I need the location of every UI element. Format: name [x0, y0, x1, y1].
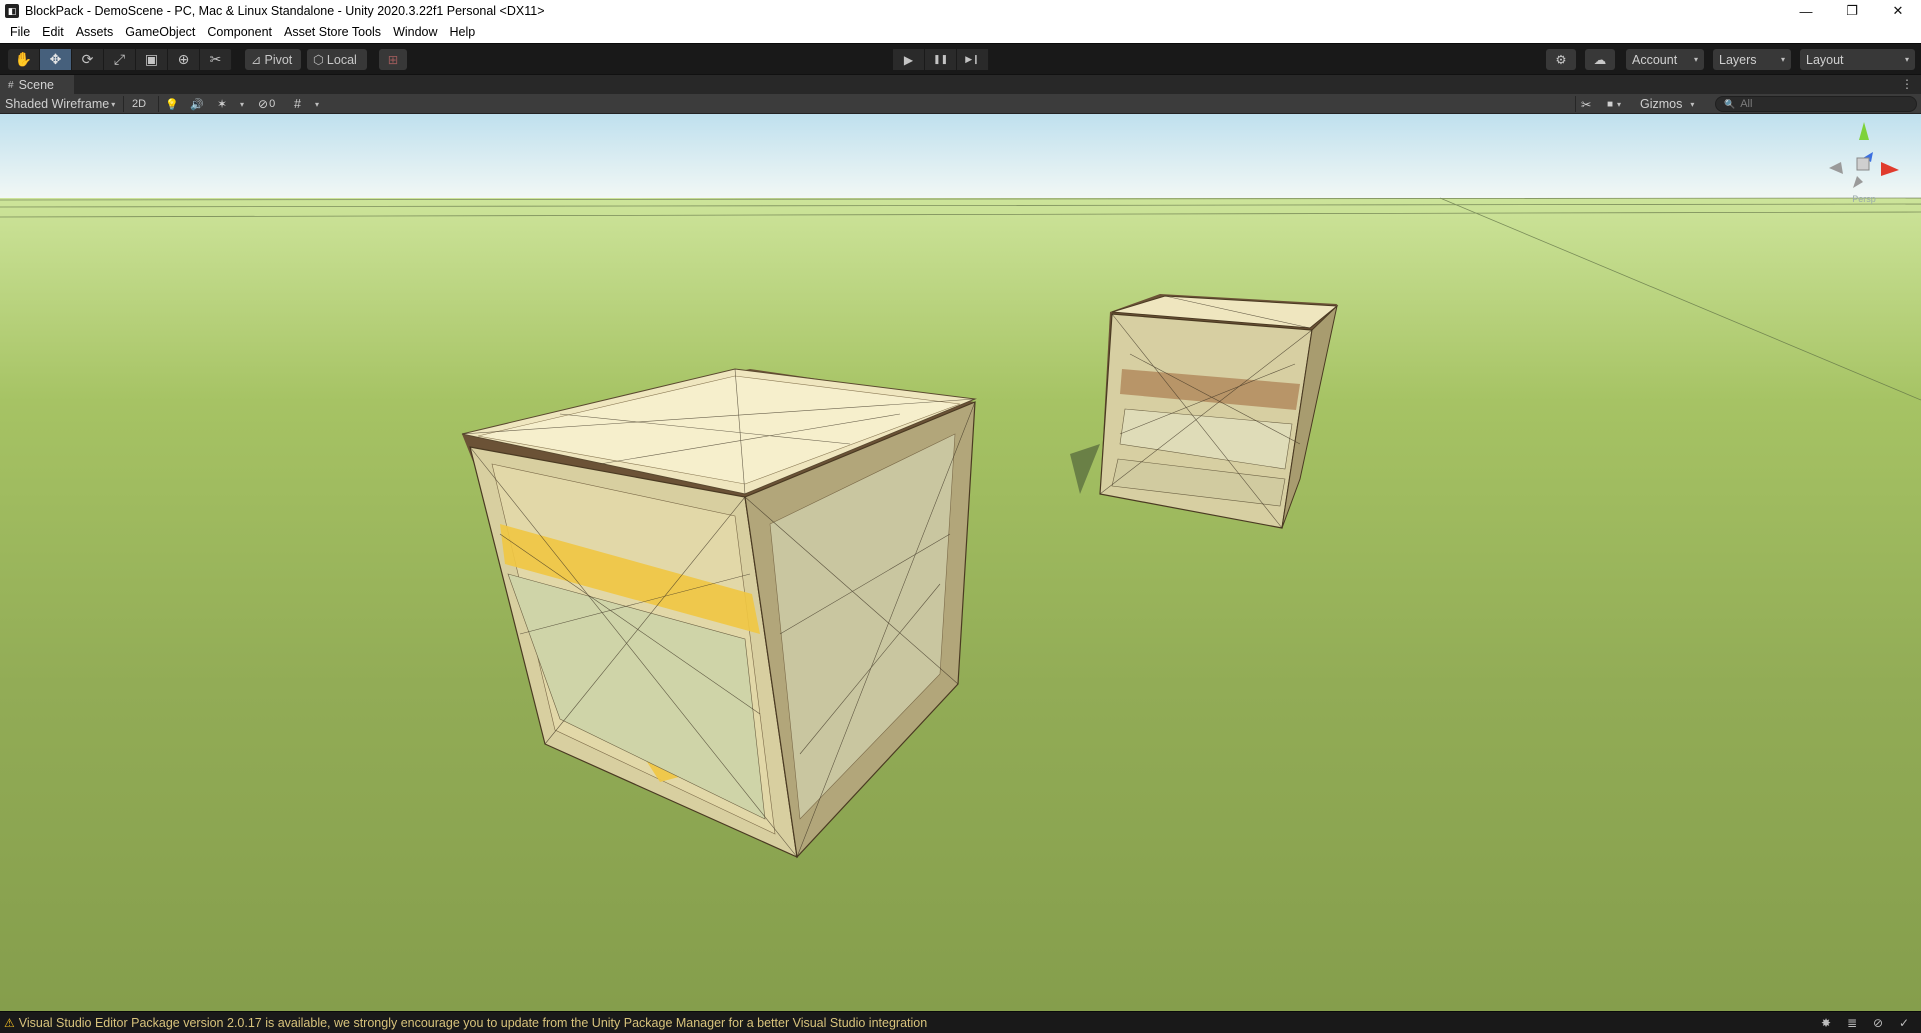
divider [158, 96, 159, 112]
effects-dropdown[interactable]: ▾ [240, 94, 244, 114]
local-icon: ⬡ [313, 53, 324, 67]
lighting-toggle-icon[interactable]: 💡 [165, 94, 179, 114]
scene-tools-icon[interactable]: ✂ [1581, 94, 1591, 114]
layers-dropdown[interactable]: Layers ▾ [1713, 49, 1791, 70]
window-title: BlockPack - DemoScene - PC, Mac & Linux … [25, 4, 545, 18]
neg-x-cone[interactable] [1829, 162, 1843, 174]
gizmo-label: Persp [1852, 194, 1876, 204]
account-dropdown[interactable]: Account ▾ [1626, 49, 1704, 70]
title-bar: ◧ BlockPack - DemoScene - PC, Mac & Linu… [0, 0, 1921, 22]
layers-label: Layers [1719, 52, 1757, 67]
scene-toolbar: Shaded Wireframe ▾ 2D 💡 🔊 ✶ ▾ ⊘ 0 # ▾ ✂ … [0, 94, 1921, 114]
status-message[interactable]: Visual Studio Editor Package version 2.0… [19, 1016, 927, 1030]
collab-icon[interactable]: ⚙ [1546, 49, 1576, 70]
menu-file[interactable]: File [4, 22, 36, 43]
account-label: Account [1632, 52, 1678, 67]
scene-tab-bar: # Scene ⋮ [0, 74, 1921, 95]
chevron-down-icon: ▾ [240, 99, 245, 109]
chevron-down-icon: ▾ [1780, 55, 1785, 64]
layout-label: Layout [1806, 52, 1844, 67]
shading-mode-dropdown[interactable]: Shaded Wireframe ▾ [5, 94, 115, 114]
chevron-down-icon: ▾ [1690, 99, 1695, 109]
y-axis-cone[interactable] [1859, 122, 1869, 140]
audio-toggle-icon[interactable]: 🔊 [190, 94, 204, 114]
menu-edit[interactable]: Edit [36, 22, 70, 43]
scale-tool-icon[interactable]: ⤢ [104, 49, 136, 70]
camera-settings-icon[interactable]: ■ ▾ [1607, 94, 1621, 114]
chevron-down-icon: ▾ [111, 99, 116, 109]
hidden-objects-toggle[interactable]: ⊘ 0 [258, 94, 275, 114]
hand-tool-icon[interactable]: ✋ [8, 49, 40, 70]
menu-component[interactable]: Component [201, 22, 278, 43]
close-button[interactable]: ✕ [1875, 0, 1921, 22]
scene-render [0, 114, 1921, 1011]
play-controls: ▶ ❚❚ ▶❙ [893, 49, 989, 70]
2d-toggle-button[interactable]: 2D [132, 94, 146, 114]
menu-assets[interactable]: Assets [70, 22, 120, 43]
pivot-toggle-button[interactable]: ⊿ Pivot [245, 49, 301, 70]
hidden-objects-icon: ⊘ [258, 97, 269, 111]
hidden-count: 0 [269, 98, 276, 110]
chevron-down-icon: ▾ [1617, 99, 1622, 109]
local-toggle-button[interactable]: ⬡ Local [307, 49, 367, 70]
scene-icon: # [8, 79, 14, 91]
rect-tool-icon[interactable]: ▣ [136, 49, 168, 70]
shading-mode-label: Shaded Wireframe [5, 97, 110, 111]
restore-button[interactable]: ❐ [1829, 0, 1875, 22]
effects-toggle-icon[interactable]: ✶ [217, 94, 227, 114]
transform-tool-icon[interactable]: ⊕ [168, 49, 200, 70]
custom-tool-icon[interactable]: ✂ [200, 49, 232, 70]
tab-scene[interactable]: # Scene [0, 75, 74, 95]
divider [123, 96, 124, 112]
status-bar: ⚠ Visual Studio Editor Package version 2… [0, 1011, 1921, 1033]
tab-menu-icon[interactable]: ⋮ [1901, 77, 1913, 91]
grid-toggle-icon[interactable]: # [294, 94, 301, 114]
progress-icon[interactable]: ≣ [1839, 1016, 1865, 1030]
divider [1575, 96, 1576, 112]
menu-bar: File Edit Assets GameObject Component As… [0, 22, 1921, 43]
move-tool-icon[interactable]: ✥ [40, 49, 72, 70]
rotate-tool-icon[interactable]: ⟳ [72, 49, 104, 70]
camera-icon: ■ [1607, 98, 1614, 110]
menu-window[interactable]: Window [387, 22, 443, 43]
chevron-down-icon: ▾ [1904, 55, 1909, 64]
menu-gameobject[interactable]: GameObject [119, 22, 201, 43]
orientation-gizmo[interactable]: Persp [1825, 118, 1903, 204]
cloud-icon[interactable]: ☁ [1585, 49, 1615, 70]
sky [0, 114, 1921, 200]
main-toolbar: ✋ ✥ ⟳ ⤢ ▣ ⊕ ✂ ⊿ Pivot ⬡ Local ⊞ ▶ ❚❚ ▶❙ … [0, 43, 1921, 74]
scene-search-input[interactable]: 🔍 All [1715, 96, 1917, 112]
bug-icon[interactable]: ✸ [1813, 1016, 1839, 1030]
search-placeholder: All [1740, 98, 1753, 110]
chevron-down-icon: ▾ [315, 99, 320, 109]
gizmos-label: Gizmos [1640, 97, 1683, 111]
auto-generate-off-icon[interactable]: ⊘ [1865, 1016, 1891, 1030]
check-icon[interactable]: ✓ [1891, 1016, 1917, 1030]
menu-asset-store-tools[interactable]: Asset Store Tools [278, 22, 387, 43]
window-controls: — ❐ ✕ [1783, 0, 1921, 22]
grid-dropdown[interactable]: ▾ [315, 94, 319, 114]
pause-icon[interactable]: ❚❚ [925, 49, 957, 70]
search-icon: 🔍 [1724, 98, 1736, 109]
step-icon[interactable]: ▶❙ [957, 49, 989, 70]
gizmo-center[interactable] [1856, 157, 1870, 171]
transform-tools: ✋ ✥ ⟳ ⤢ ▣ ⊕ ✂ [8, 49, 232, 70]
layout-dropdown[interactable]: Layout ▾ [1800, 49, 1915, 70]
pivot-label: Pivot [264, 52, 293, 67]
snap-grid-icon[interactable]: ⊞ [379, 49, 407, 70]
local-label: Local [326, 52, 357, 67]
unity-app-icon: ◧ [5, 4, 19, 18]
status-icons: ✸ ≣ ⊘ ✓ [1813, 1012, 1917, 1033]
play-icon[interactable]: ▶ [893, 49, 925, 70]
pivot-icon: ⊿ [251, 53, 262, 67]
gizmos-dropdown[interactable]: Gizmos ▾ [1640, 94, 1694, 114]
tab-scene-label: Scene [18, 78, 55, 92]
chevron-down-icon: ▾ [1693, 55, 1698, 64]
scene-viewport[interactable]: Persp [0, 114, 1921, 1011]
minimize-button[interactable]: — [1783, 0, 1829, 22]
warning-icon: ⚠ [4, 1015, 15, 1030]
x-axis-cone[interactable] [1881, 162, 1899, 176]
menu-help[interactable]: Help [444, 22, 482, 43]
neg-z-cone[interactable] [1853, 176, 1863, 188]
